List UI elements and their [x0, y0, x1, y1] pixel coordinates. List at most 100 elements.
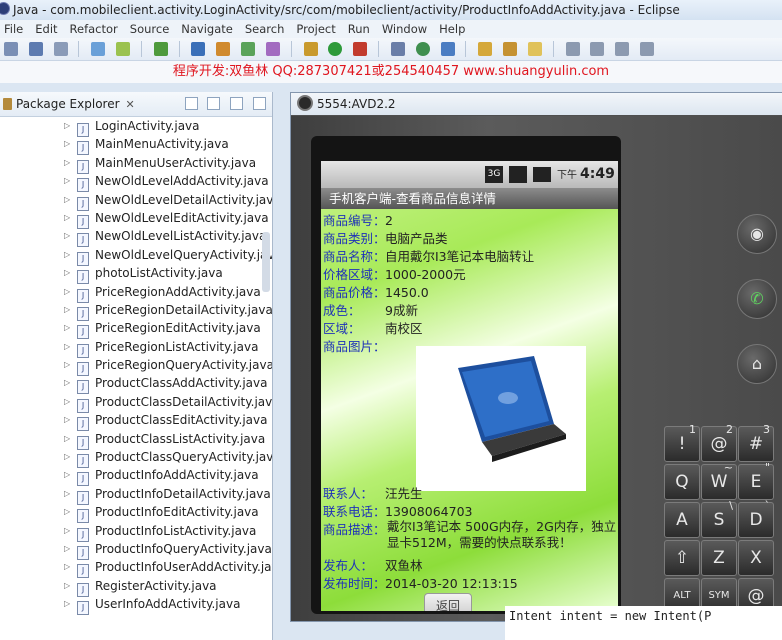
- maximize-icon[interactable]: [253, 97, 266, 110]
- file-tree-item[interactable]: ▷ J PriceRegionQueryActivity.java: [0, 356, 272, 377]
- file-tree-item[interactable]: ▷ J PriceRegionEditActivity.java: [0, 319, 272, 340]
- menu-help[interactable]: Help: [435, 20, 473, 38]
- expand-arrow-icon[interactable]: ▷: [64, 117, 70, 135]
- open-file-icon[interactable]: [503, 42, 518, 56]
- expand-arrow-icon[interactable]: ▷: [64, 172, 70, 190]
- expand-arrow-icon[interactable]: ▷: [64, 577, 70, 595]
- pencil-icon[interactable]: [527, 42, 542, 56]
- expand-arrow-icon[interactable]: ▷: [64, 283, 70, 301]
- minimize-icon[interactable]: [230, 97, 244, 110]
- file-tree-item[interactable]: ▷ J NewOldLevelQueryActivity.java: [0, 246, 272, 266]
- file-tree-item[interactable]: ▷ J ProductInfoEditActivity.java: [0, 503, 272, 524]
- file-tree-item[interactable]: ▷ J ProductClassQueryActivity.java: [0, 448, 272, 469]
- file-tree-item[interactable]: ▷ J ProductClassEditActivity.java: [0, 411, 272, 432]
- file-tree-item[interactable]: ▷ J NewOldLevelDetailActivity.java: [0, 191, 272, 211]
- file-tree-item[interactable]: ▷ J MainMenuActivity.java: [0, 135, 272, 156]
- file-tree-item[interactable]: ▷ J MainMenuUserActivity.java: [0, 154, 272, 174]
- new-icon[interactable]: [4, 42, 18, 56]
- forward-icon[interactable]: [640, 42, 655, 56]
- ju-icon[interactable]: [241, 42, 256, 56]
- call-icon[interactable]: ✆: [737, 279, 777, 319]
- file-tree-item[interactable]: ▷ J PriceRegionAddActivity.java: [0, 283, 272, 303]
- menu-window[interactable]: Window: [378, 20, 435, 38]
- android-sdk-icon[interactable]: [91, 42, 106, 56]
- print-icon[interactable]: [53, 42, 68, 56]
- collapse-all-icon[interactable]: [184, 97, 198, 110]
- keyboard-key[interactable]: @2: [701, 423, 737, 462]
- run-icon[interactable]: [328, 42, 343, 56]
- expand-arrow-icon[interactable]: ▷: [64, 135, 70, 153]
- keyboard-key[interactable]: Q: [664, 464, 700, 500]
- file-tree-item[interactable]: ▷ J ProductInfoUserAddActivity.java: [0, 558, 272, 579]
- save-icon[interactable]: [28, 42, 43, 56]
- expand-arrow-icon[interactable]: ▷: [64, 338, 70, 356]
- file-tree-item[interactable]: ▷ J PriceRegionDetailActivity.java: [0, 301, 272, 321]
- keyboard-key[interactable]: E ": [738, 461, 774, 500]
- expand-arrow-icon[interactable]: ▷: [64, 374, 70, 392]
- menu-run[interactable]: Run: [344, 20, 378, 38]
- package-explorer-title[interactable]: Package Explorer: [16, 97, 120, 111]
- file-tree-item[interactable]: ▷ J RegisterActivity.java: [0, 577, 272, 597]
- new-web-icon[interactable]: [415, 42, 430, 56]
- file-tree-item[interactable]: ▷ J ProductInfoAddActivity.java: [0, 466, 272, 487]
- next-annotation-icon[interactable]: [565, 42, 580, 56]
- file-tree-item[interactable]: ▷ JphotoListActivity.java: [0, 264, 272, 285]
- file-tree-item[interactable]: ▷ J ProductInfoQueryActivity.java: [0, 540, 272, 560]
- expand-arrow-icon[interactable]: ▷: [64, 558, 70, 576]
- expand-arrow-icon[interactable]: ▷: [64, 466, 70, 484]
- checkbox-icon[interactable]: [153, 42, 168, 56]
- expand-arrow-icon[interactable]: ▷: [64, 393, 70, 411]
- back-button[interactable]: 返回: [424, 593, 472, 611]
- keyboard-key[interactable]: S \: [701, 499, 737, 538]
- new-java-project-icon[interactable]: [191, 42, 206, 56]
- expand-arrow-icon[interactable]: ▷: [64, 264, 70, 282]
- expand-arrow-icon[interactable]: ▷: [64, 227, 70, 245]
- file-tree-item[interactable]: ▷ J PriceRegionListActivity.java: [0, 338, 272, 358]
- expand-arrow-icon[interactable]: ▷: [64, 522, 70, 540]
- camera-icon[interactable]: ◉: [737, 214, 777, 254]
- external-tools-icon[interactable]: [353, 42, 368, 56]
- expand-arrow-icon[interactable]: ▷: [64, 246, 70, 264]
- expand-arrow-icon[interactable]: ▷: [64, 595, 70, 613]
- search-icon[interactable]: [390, 42, 405, 56]
- scrollbar-thumb[interactable]: [262, 232, 270, 292]
- expand-arrow-icon[interactable]: ▷: [64, 485, 70, 503]
- expand-arrow-icon[interactable]: ▷: [64, 411, 70, 429]
- expand-arrow-icon[interactable]: ▷: [64, 448, 70, 466]
- keyboard-key[interactable]: #3: [738, 423, 774, 462]
- expand-arrow-icon[interactable]: ▷: [64, 154, 70, 172]
- keyboard-key[interactable]: A: [664, 502, 700, 538]
- link-editor-icon[interactable]: [207, 97, 221, 110]
- file-tree-item[interactable]: ▷ J ProductClassDetailActivity.java: [0, 393, 272, 413]
- expand-arrow-icon[interactable]: ▷: [64, 191, 70, 209]
- expand-arrow-icon[interactable]: ▷: [64, 430, 70, 448]
- menu-project[interactable]: Project: [292, 20, 343, 38]
- menu-search[interactable]: Search: [241, 20, 293, 38]
- expand-arrow-icon[interactable]: ▷: [64, 301, 70, 319]
- menu-edit[interactable]: Edit: [31, 20, 65, 38]
- keyboard-key[interactable]: ⇧: [664, 540, 700, 576]
- menu-source[interactable]: Source: [126, 20, 178, 38]
- keyboard-key[interactable]: W ~: [701, 461, 737, 500]
- expand-arrow-icon[interactable]: ▷: [64, 503, 70, 521]
- file-tree-item[interactable]: ▷ J ProductClassListActivity.java: [0, 430, 272, 450]
- menu-refactor[interactable]: Refactor: [66, 20, 126, 38]
- avd-manager-icon[interactable]: [116, 42, 131, 56]
- open-folder-icon[interactable]: [478, 42, 493, 56]
- file-tree-item[interactable]: ▷ J NewOldLevelAddActivity.java: [0, 172, 272, 193]
- file-tree-item[interactable]: ▷ J NewOldLevelEditActivity.java: [0, 209, 272, 229]
- globe-icon[interactable]: [440, 42, 455, 56]
- file-tree-item[interactable]: ▷ J NewOldLevelListActivity.java: [0, 227, 272, 248]
- back-icon[interactable]: [615, 42, 630, 56]
- expand-arrow-icon[interactable]: ▷: [64, 356, 70, 374]
- file-tree-item[interactable]: ▷ J ProductClassAddActivity.java: [0, 374, 272, 395]
- file-tree-item[interactable]: ▷ J ProductInfoDetailActivity.java: [0, 485, 272, 505]
- keyboard-key[interactable]: ! 1: [664, 423, 700, 462]
- expand-arrow-icon[interactable]: ▷: [64, 540, 70, 558]
- file-tree-item[interactable]: ▷ J LoginActivity.java: [0, 117, 272, 137]
- file-tree-item[interactable]: ▷ J ProductInfoListActivity.java: [0, 522, 272, 542]
- menu-navigate[interactable]: Navigate: [177, 20, 241, 38]
- keyboard-key[interactable]: X: [738, 540, 774, 576]
- close-icon[interactable]: ✕: [126, 93, 135, 117]
- open-type-icon[interactable]: [265, 42, 280, 56]
